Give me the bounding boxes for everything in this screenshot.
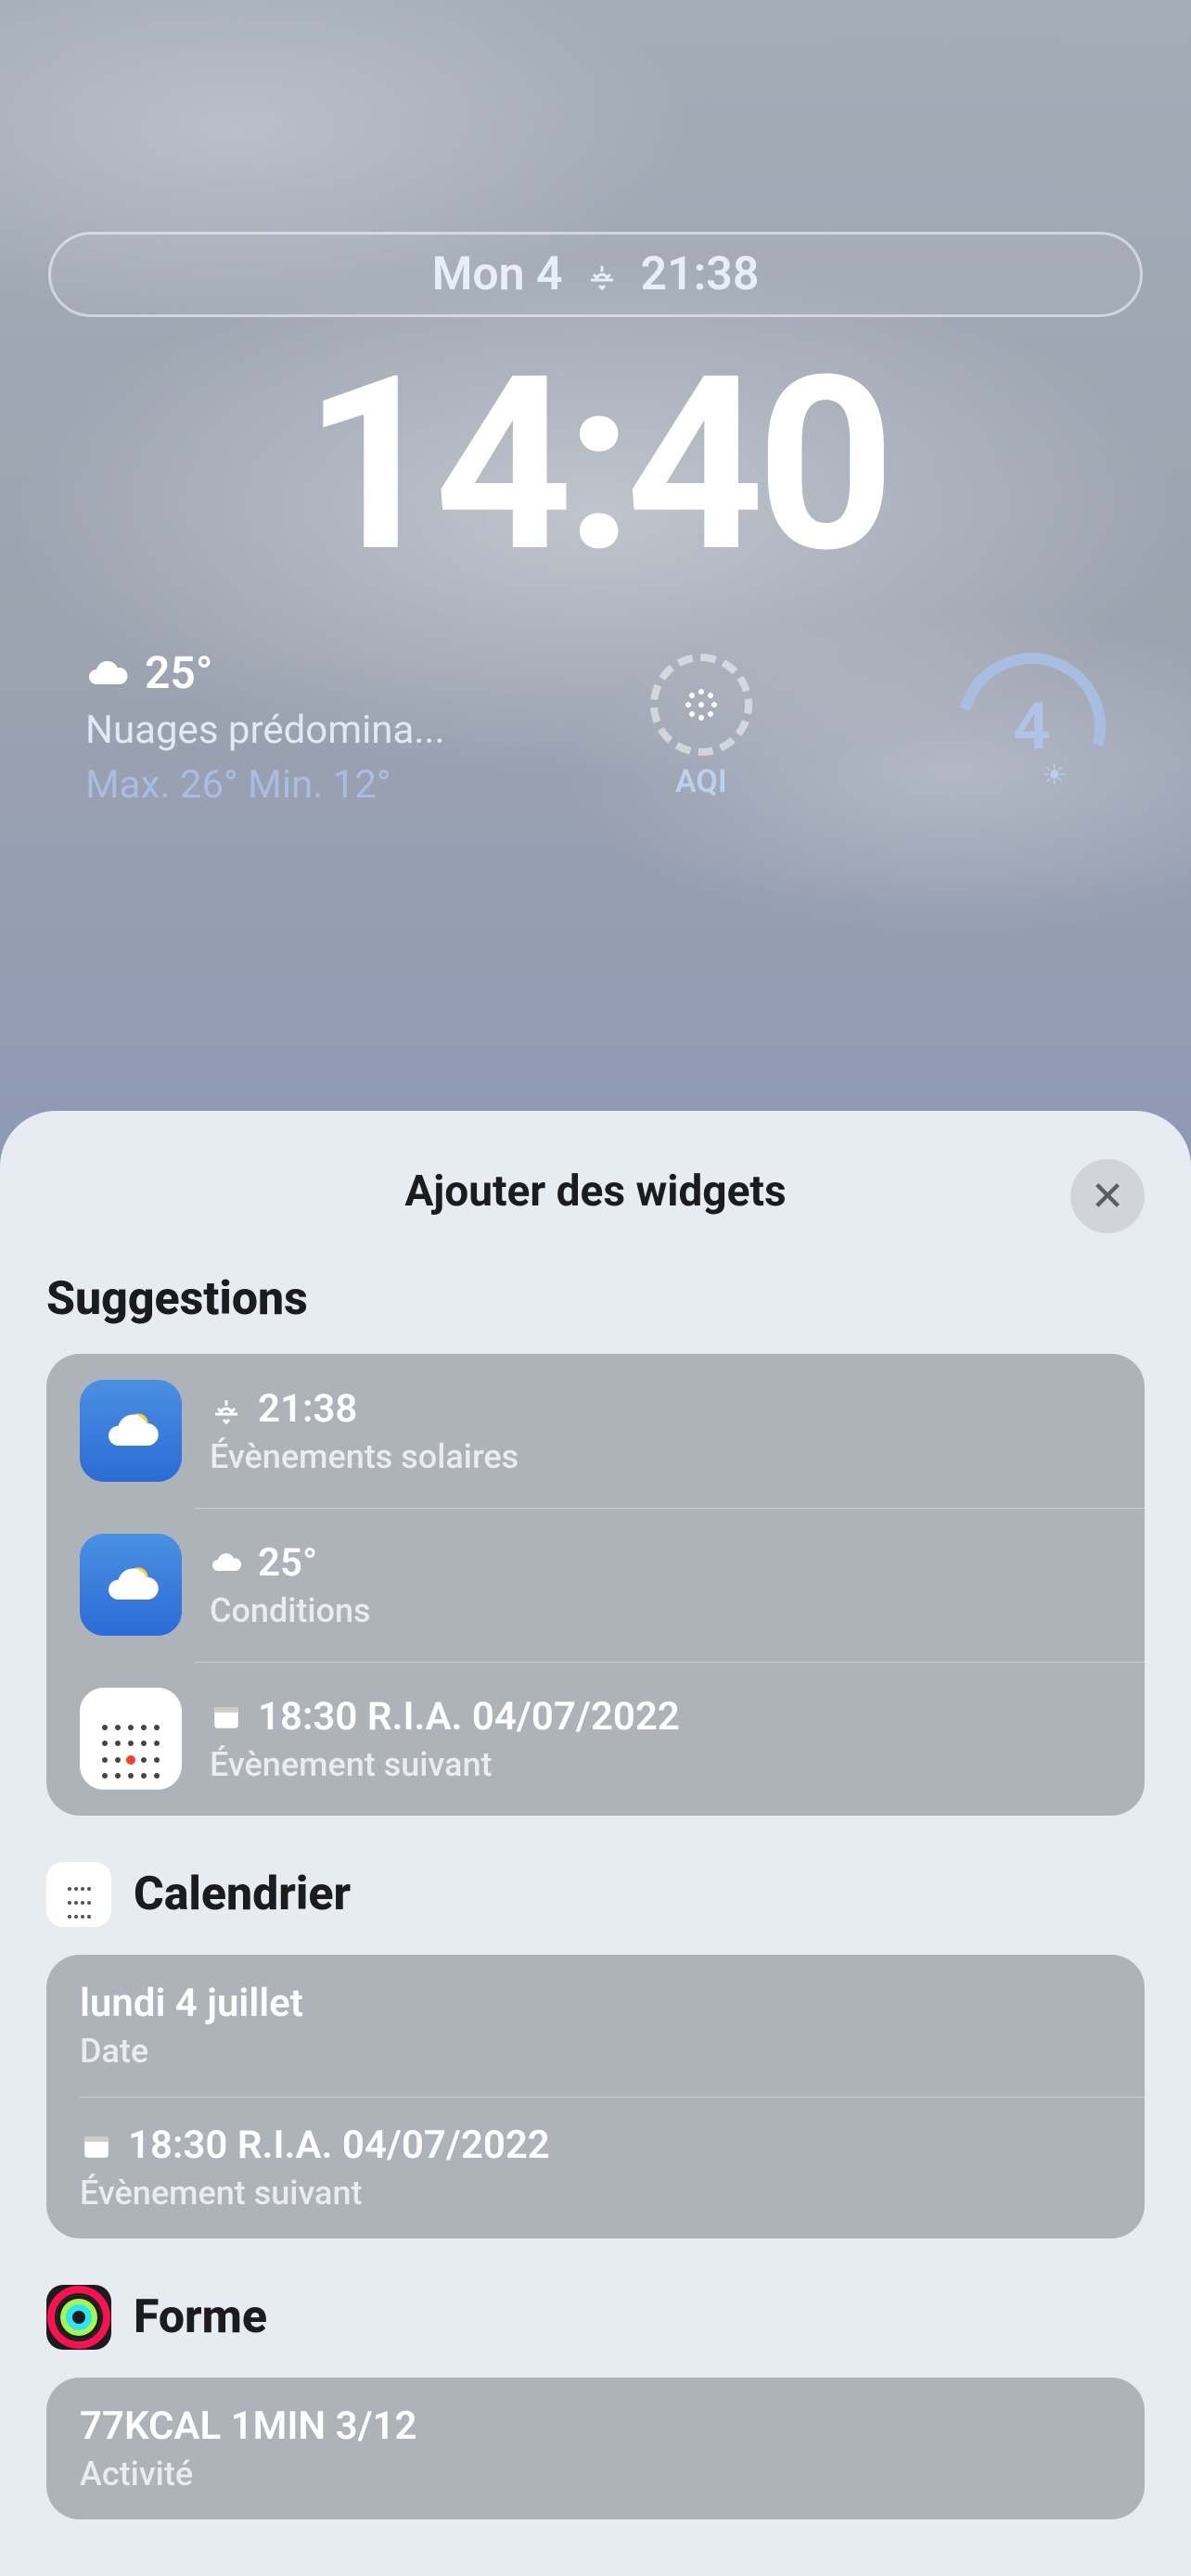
weather-widget[interactable]: 25° Nuages prédomina... Max. 26° Min. 12… [85,642,445,813]
fitness-item-subtitle: Activité [80,2455,417,2493]
suggestions-header: Suggestions [46,1272,1145,1326]
calendar-icon [210,1700,243,1733]
weather-app-icon [80,1534,182,1636]
lockscreen-preview: Mon 4 21:38 14:40 25° Nuages prédomina..… [0,232,1191,813]
suggestion-title: 18:30 R.I.A. 04/07/2022 [258,1694,680,1740]
close-icon: ✕ [1091,1172,1125,1220]
fitness-header-label: Forme [134,2290,267,2344]
suggestion-solar-events[interactable]: 21:38 Évènements solaires [46,1354,1145,1508]
date-label: Mon 4 [432,248,563,301]
lockscreen-clock[interactable]: 14:40 [303,345,888,586]
add-widgets-sheet: Ajouter des widgets ✕ Suggestions 21:38 … [0,1111,1191,2576]
calendar-item-subtitle: Évènement suivant [80,2174,550,2213]
fitness-section-header: Forme [46,2285,1145,2350]
suggestion-title: 21:38 [258,1386,357,1432]
close-button[interactable]: ✕ [1070,1159,1145,1233]
sun-icon: ☀︎ [1042,759,1067,792]
aqi-widget[interactable]: AQI [650,654,752,800]
weather-condition: Nuages prédomina... [85,704,445,759]
calendar-icon [80,2129,113,2162]
sunset-icon [210,1392,243,1425]
suggestion-subtitle: Évènements solaires [210,1437,519,1476]
fitness-item-title: 77KCAL 1MIN 3/12 [80,2404,417,2449]
calendar-item-subtitle: Date [80,2032,303,2071]
cloud-icon [210,1546,243,1579]
calendar-widget-next-event[interactable]: 18:30 R.I.A. 04/07/2022 Évènement suivan… [46,2097,1145,2238]
suggestion-next-event[interactable]: 18:30 R.I.A. 04/07/2022 Évènement suivan… [46,1662,1145,1816]
fitness-card: 77KCAL 1MIN 3/12 Activité [46,2378,1145,2519]
suggestion-title: 25° [258,1540,317,1586]
suggestion-subtitle: Évènement suivant [210,1745,680,1784]
sheet-title: Ajouter des widgets [404,1167,786,1217]
weather-app-icon [80,1380,182,1482]
cloud-icon [85,651,130,695]
calendar-item-title: lundi 4 juillet [80,1981,303,2026]
suggestion-subtitle: Conditions [210,1591,371,1630]
suggestion-conditions[interactable]: 25° Conditions [46,1508,1145,1662]
calendar-app-icon [80,1688,182,1790]
sunset-time: 21:38 [641,248,760,301]
fitness-app-icon [46,2285,111,2350]
calendar-header-label: Calendrier [134,1868,351,1921]
calendar-section-header: Calendrier [46,1862,1145,1927]
uv-widget[interactable]: 4 ☀︎ [957,653,1106,801]
lockscreen-widget-row[interactable]: 25° Nuages prédomina... Max. 26° Min. 12… [48,642,1143,813]
calendar-widget-date[interactable]: lundi 4 juillet Date [46,1955,1145,2097]
fitness-widget-activity[interactable]: 77KCAL 1MIN 3/12 Activité [46,2378,1145,2519]
suggestions-card: 21:38 Évènements solaires 25° Conditions [46,1354,1145,1816]
weather-hilo: Max. 26° Min. 12° [85,759,445,813]
weather-temp: 25° [145,642,212,704]
calendar-app-icon [46,1862,111,1927]
calendar-item-title: 18:30 R.I.A. 04/07/2022 [128,2123,550,2168]
aqi-ring-icon [650,654,752,756]
date-widget-slot[interactable]: Mon 4 21:38 [48,232,1143,317]
uv-arc-icon [930,626,1133,829]
sunset-icon [585,258,619,291]
calendar-card: lundi 4 juillet Date 18:30 R.I.A. 04/07/… [46,1955,1145,2238]
aqi-label: AQI [675,763,727,800]
